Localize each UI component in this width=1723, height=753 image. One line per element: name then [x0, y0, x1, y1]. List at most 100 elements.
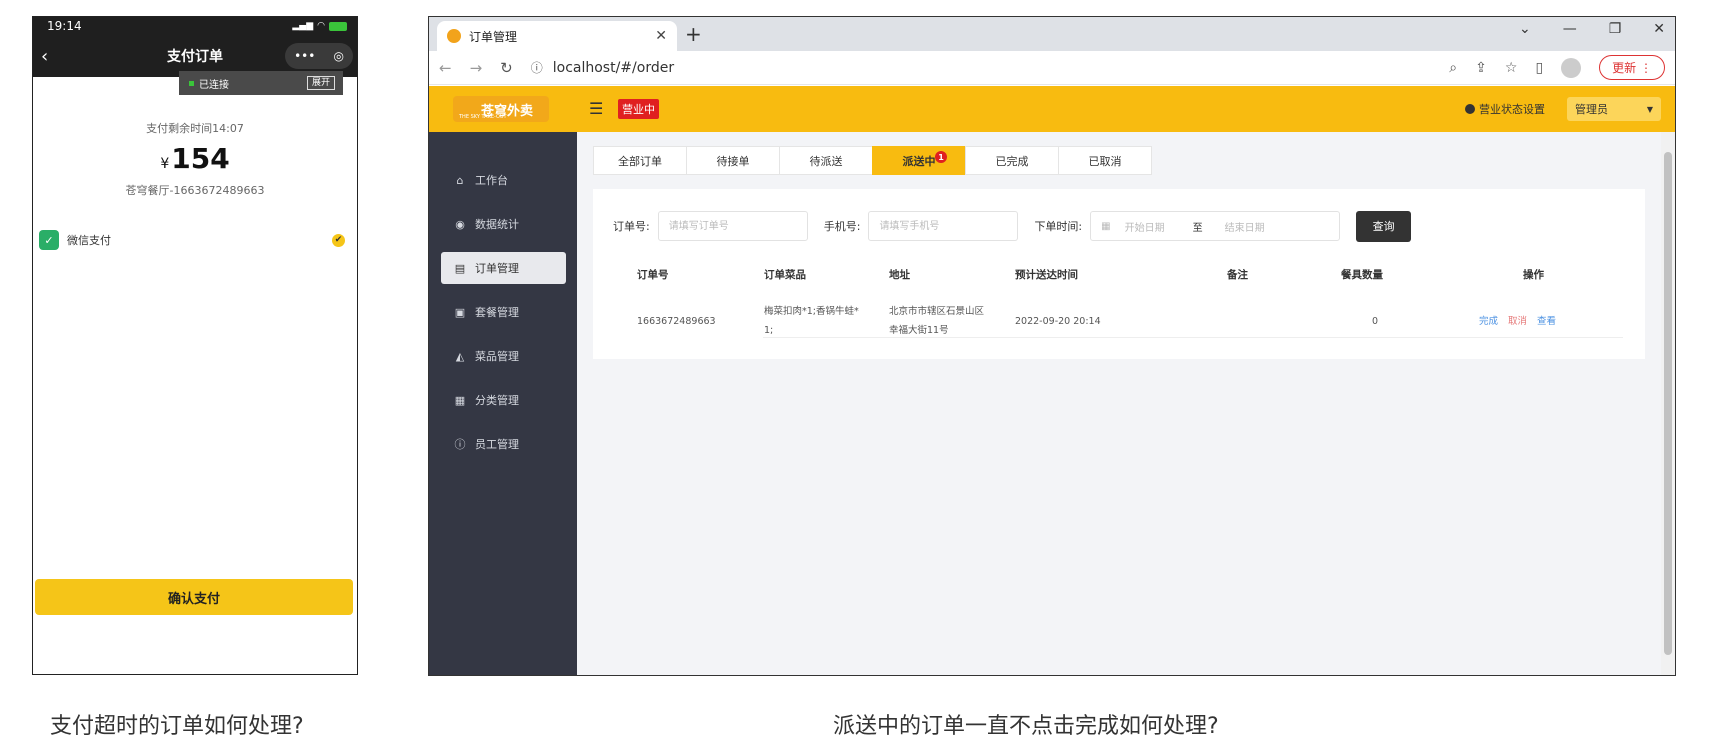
view-link[interactable]: 查看 [1537, 316, 1556, 327]
start-date-placeholder: 开始日期 [1124, 222, 1165, 234]
col-eta: 预计送达时间 [1015, 269, 1078, 281]
restore-icon[interactable]: ❐ [1609, 21, 1622, 37]
payment-method-label: 微信支付 [67, 234, 111, 247]
selected-check-icon: ✔ [332, 233, 345, 247]
sidebar-item-statistics[interactable]: ◉ 数据统计 [441, 208, 566, 240]
caret-down-icon: ▼ [1646, 104, 1653, 114]
profile-avatar-icon[interactable] [1561, 57, 1582, 78]
address-bar[interactable]: localhost/#/order [553, 60, 674, 76]
forward-arrow-icon[interactable]: → [470, 59, 483, 77]
payment-method-row[interactable]: ✓ 微信支付 ✔ [39, 230, 345, 250]
browser-tab-title: 订单管理 [469, 29, 518, 44]
minimize-icon[interactable]: — [1563, 21, 1577, 37]
browser-window: 订单管理 ✕ + ⌄ — ❐ ✕ ← → ↻ ⓘ localhost/#/ord… [428, 16, 1676, 676]
sidebar-item-orders[interactable]: ▤ 订单管理 [441, 252, 566, 284]
tab-pending-dispatch[interactable]: 待派送 [779, 146, 873, 175]
col-address: 地址 [889, 269, 910, 281]
close-target-icon[interactable]: ◎ [333, 49, 343, 63]
tab-pending-accept[interactable]: 待接单 [686, 146, 780, 175]
dish-cover-icon: ◭ [455, 349, 465, 363]
cell-order-no: 1663672489663 [637, 316, 716, 327]
close-window-icon[interactable]: ✕ [1653, 21, 1665, 37]
battery-icon [329, 21, 347, 31]
tab-all-orders[interactable]: 全部订单 [593, 146, 687, 175]
tab-completed[interactable]: 已完成 [965, 146, 1059, 175]
user-dropdown[interactable]: 管理员 ▼ [1567, 97, 1661, 121]
tab-search-icon[interactable]: ⌄ [1519, 21, 1531, 37]
back-arrow-icon[interactable]: ← [439, 59, 452, 77]
scroll-thumb[interactable] [1664, 152, 1672, 655]
sidebar-item-setmeal[interactable]: ▣ 套餐管理 [441, 296, 566, 328]
order-no-label: 订单号: [613, 220, 650, 233]
connection-status: 已连接 [199, 79, 229, 91]
site-info-icon[interactable]: ⓘ [531, 59, 543, 76]
browser-tab[interactable]: 订单管理 ✕ [437, 21, 677, 51]
caption-right: 派送中的订单一直不点击完成如何处理? [833, 714, 1219, 739]
new-tab-icon[interactable]: + [685, 22, 702, 46]
back-icon[interactable]: ‹ [41, 46, 48, 67]
order-status-tabs: 全部订单 待接单 待派送 派送中 1 已完成 已取消 [593, 146, 1152, 175]
cell-actions: 完成 取消 查看 [1479, 313, 1566, 331]
tab-count-badge: 1 [935, 151, 947, 163]
cell-tableware: 0 [1372, 316, 1379, 327]
end-date-placeholder: 结束日期 [1224, 222, 1265, 234]
app-header: 苍穹外卖 THE SKY TAKE-OUT ☰ 营业中 营业状态设置 管理员 ▼ [429, 86, 1675, 132]
bookmark-star-icon[interactable]: ☆ [1505, 60, 1518, 76]
search-bar: 订单号: 手机号: 下单时间: ▦ 开始日期 至 结束日期 查询 [613, 210, 1625, 242]
share-icon[interactable]: ⇪ [1475, 60, 1487, 76]
update-button[interactable]: 更新 ⋮ [1599, 55, 1665, 80]
side-panel-icon[interactable]: ▯ [1535, 60, 1543, 76]
cell-eta: 2022-09-20 20:14 [1015, 316, 1101, 327]
wechat-pay-icon: ✓ [39, 230, 59, 250]
col-tableware: 餐具数量 [1341, 269, 1383, 281]
browser-toolbar: ← → ↻ ⓘ localhost/#/order ⌕ ⇪ ☆ ▯ 更新 ⋮ [429, 51, 1675, 85]
clock-icon [1465, 104, 1475, 114]
browser-tab-strip: 订单管理 ✕ + ⌄ — ❐ ✕ [429, 17, 1675, 51]
wifi-icon: ◠ [317, 21, 325, 31]
complete-link[interactable]: 完成 [1479, 316, 1498, 327]
page-scrollbar[interactable] [1661, 132, 1675, 675]
order-no-input[interactable] [657, 211, 808, 241]
date-range-picker[interactable]: ▦ 开始日期 至 结束日期 [1090, 211, 1341, 241]
col-order-no: 订单号 [637, 269, 669, 281]
cancel-link[interactable]: 取消 [1508, 316, 1527, 327]
sidebar-item-dishes[interactable]: ◭ 菜品管理 [441, 340, 566, 372]
range-separator: 至 [1192, 222, 1203, 234]
phone-time: 19:14 [47, 19, 82, 33]
row-divider [763, 337, 1623, 338]
sidebar-item-category[interactable]: ▦ 分类管理 [441, 384, 566, 416]
pay-countdown: 支付剩余时间14:07 [146, 122, 244, 135]
caption-left: 支付超时的订单如何处理? [50, 714, 304, 739]
shop-status-setting[interactable]: 营业状态设置 [1465, 101, 1545, 117]
connected-dot-icon [189, 80, 194, 86]
chart-icon: ◉ [455, 217, 465, 231]
shop-status-badge: 营业中 [618, 99, 659, 119]
col-actions: 操作 [1523, 269, 1544, 281]
home-icon: ⌂ [456, 173, 464, 187]
cell-address-line1: 北京市市辖区石景山区 [889, 306, 985, 317]
logo-subtitle: THE SKY TAKE-OUT [459, 114, 507, 120]
mini-program-capsule[interactable]: ••• ◎ [285, 43, 353, 69]
tab-cancelled[interactable]: 已取消 [1058, 146, 1152, 175]
sidebar-item-employees[interactable]: ⓘ 员工管理 [441, 428, 566, 460]
more-icon[interactable]: ••• [294, 49, 315, 63]
phone-input[interactable] [868, 211, 1019, 241]
pay-amount: ¥154 [33, 142, 357, 175]
zoom-icon[interactable]: ⌕ [1449, 60, 1457, 76]
sidebar-item-workbench[interactable]: ⌂ 工作台 [441, 164, 566, 196]
phone-label: 手机号: [823, 220, 861, 233]
orders-panel: 订单号: 手机号: 下单时间: ▦ 开始日期 至 结束日期 查询 订单号 订单菜… [593, 189, 1645, 359]
window-controls: ⌄ — ❐ ✕ [1519, 21, 1665, 37]
main-content: 全部订单 待接单 待派送 派送中1 已完成 已取消 订单号: 手机号: 下单时间… [577, 132, 1661, 675]
col-dishes: 订单菜品 [764, 269, 806, 281]
expand-button[interactable]: 展开 [306, 76, 335, 90]
phone-screen: 19:14 ▂▄▆ ◠ ‹ 支付订单 ••• ◎ 已连接 展开 支付剩余时间14… [32, 16, 358, 675]
menu-toggle-icon[interactable]: ☰ [589, 99, 603, 118]
currency-symbol: ¥ [160, 156, 170, 172]
tab-delivering[interactable]: 派送中 1 [872, 146, 966, 175]
search-button[interactable]: 查询 [1356, 210, 1412, 242]
reload-icon[interactable]: ↻ [500, 59, 513, 77]
close-tab-icon[interactable]: ✕ [655, 28, 667, 44]
confirm-pay-button[interactable]: 确认支付 [35, 579, 353, 615]
grid-icon: ▦ [454, 393, 466, 407]
